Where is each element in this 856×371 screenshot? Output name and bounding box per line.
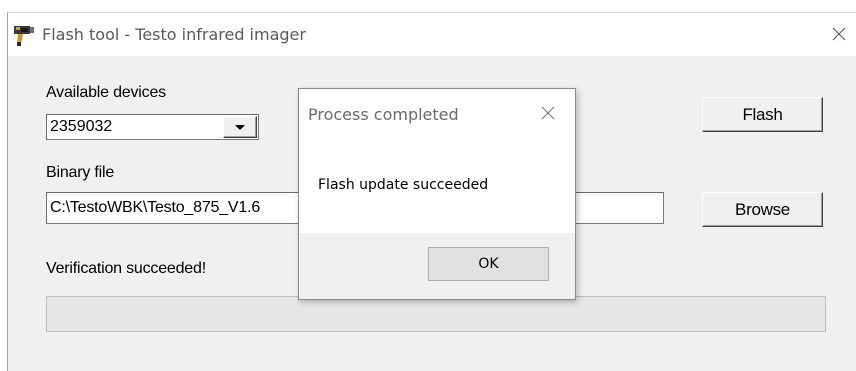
dialog-title: Process completed [308,105,459,124]
close-icon[interactable] [831,26,847,42]
ok-button[interactable]: OK [428,247,549,281]
dialog-message: Flash update succeeded [318,177,489,193]
flash-button[interactable]: Flash [702,97,823,132]
close-icon[interactable] [540,105,556,121]
progress-bar [46,296,826,332]
devices-selected-value: 2359032 [50,118,113,135]
dropdown-arrow-icon [235,125,245,130]
devices-label: Available devices [46,84,166,101]
title-bar[interactable]: Flash tool - Testo infrared imager [8,13,856,56]
dialog-footer: OK [299,233,575,299]
status-text: Verification succeeded! [46,260,206,277]
camera-flash-icon [14,26,34,46]
devices-dropdown[interactable]: 2359032 [46,114,259,140]
window-title: Flash tool - Testo infrared imager [42,25,306,44]
process-completed-dialog: Process completed Flash update succeeded… [298,88,576,300]
binary-file-path: C:\TestoWBK\Testo_875_V1.6 [50,199,261,216]
browse-button[interactable]: Browse [702,192,823,227]
binary-file-label: Binary file [46,164,115,181]
dropdown-button[interactable] [223,116,257,138]
